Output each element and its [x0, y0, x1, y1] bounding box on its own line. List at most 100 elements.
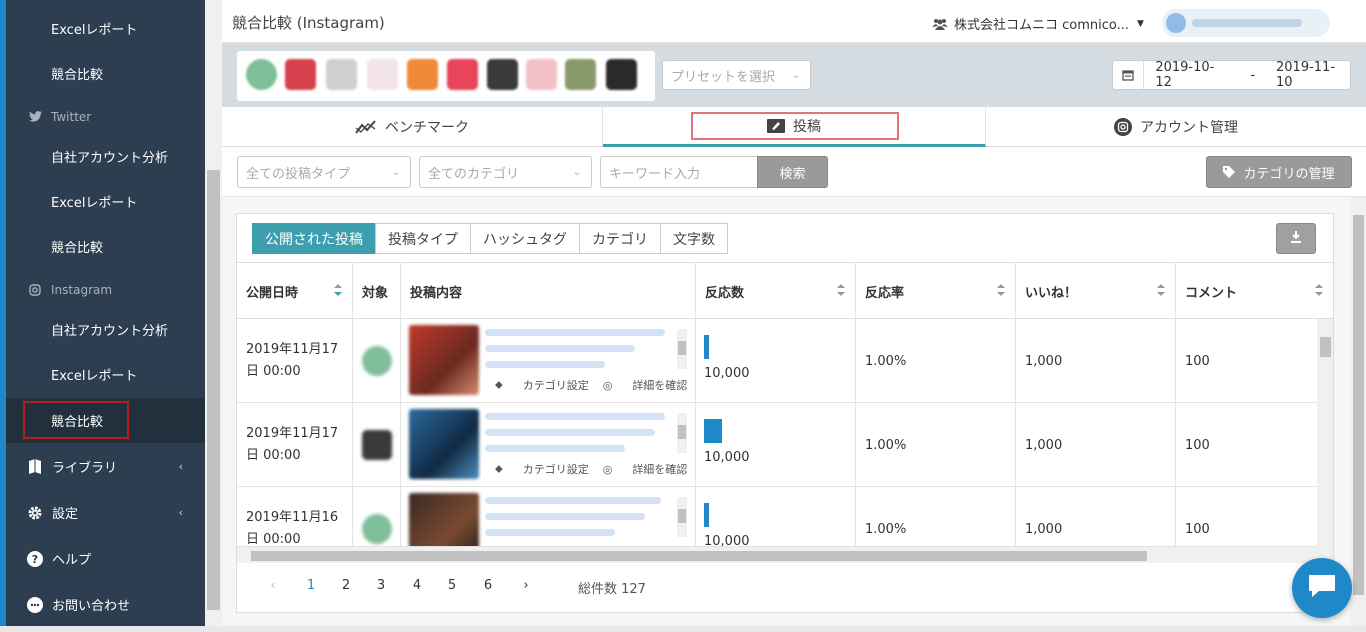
account-avatar[interactable]	[447, 59, 478, 90]
sidebar-item-instagram-competitor[interactable]: 競合比較	[6, 398, 205, 443]
chevron-left-icon: ‹	[178, 506, 183, 519]
tab-account-management[interactable]: アカウント管理	[986, 107, 1366, 147]
account-avatar[interactable]	[526, 59, 557, 90]
sidebar-item-excel-report[interactable]: Excelレポート	[6, 6, 205, 51]
account-avatar[interactable]	[565, 59, 596, 90]
reaction-value: 10,000	[704, 534, 750, 547]
sidebar-item-settings[interactable]: 設定 ‹	[6, 490, 205, 535]
content-scrollbar[interactable]	[677, 413, 687, 453]
view-tab-post-type[interactable]: 投稿タイプ	[375, 223, 471, 254]
page-link[interactable]: 6	[478, 578, 498, 593]
column-header-comments[interactable]: コメント	[1176, 263, 1333, 319]
category-setting-link[interactable]: ⬥ カテゴリ設定	[495, 377, 589, 393]
active-highlight	[23, 401, 129, 439]
sort-icon	[997, 284, 1005, 296]
tab-posts[interactable]: 投稿	[603, 107, 986, 147]
keyword-input[interactable]: キーワード入力	[600, 156, 758, 188]
sidebar-item-twitter-account[interactable]: 自社アカウント分析	[6, 134, 205, 179]
table-vertical-scrollbar[interactable]	[1317, 319, 1333, 547]
company-selector[interactable]: 株式会社コムニコ comnico... ▼	[932, 14, 1144, 33]
detail-link[interactable]: ◎ 詳細を確認	[603, 461, 688, 477]
sidebar-item-instagram-account[interactable]: 自社アカウント分析	[6, 307, 205, 352]
account-avatar[interactable]	[285, 59, 316, 90]
post-thumbnail[interactable]	[409, 325, 479, 395]
category-setting-link[interactable]: ⬥ カテゴリ設定	[495, 461, 589, 477]
column-header-date[interactable]: 公開日時	[237, 263, 353, 319]
cell-date: 2019年11月16 日 00:00	[237, 487, 353, 547]
download-button[interactable]	[1276, 223, 1316, 254]
sidebar-item-help[interactable]: ? ヘルプ	[6, 536, 205, 581]
post-actions: ⬥ カテゴリ設定 ◎ 詳細を確認	[481, 458, 693, 480]
instagram-icon: ◎	[602, 462, 613, 476]
sidebar-item-instagram-excel[interactable]: Excelレポート	[6, 352, 205, 397]
post-thumbnail[interactable]	[409, 409, 479, 479]
column-header-reactions[interactable]: 反応数	[696, 263, 856, 319]
sidebar-item-twitter-excel[interactable]: Excelレポート	[6, 179, 205, 224]
view-tab-published[interactable]: 公開された投稿	[252, 223, 376, 254]
scrollbar-thumb[interactable]	[1320, 337, 1331, 357]
svg-text:?: ?	[32, 553, 38, 566]
cell-comments: 100	[1185, 353, 1210, 369]
content-scrollbar[interactable]	[677, 329, 687, 369]
tab-label: アカウント管理	[1140, 120, 1238, 136]
scrollbar-thumb[interactable]	[251, 551, 1147, 561]
account-avatar[interactable]	[407, 59, 438, 90]
view-tab-hashtag[interactable]: ハッシュタグ	[470, 223, 580, 254]
help-icon: ?	[26, 550, 44, 568]
account-avatar[interactable]	[606, 59, 637, 90]
sidebar-item-label: お問い合わせ	[52, 599, 131, 614]
sidebar-item-label: Excelレポート	[51, 369, 138, 384]
category-select[interactable]: 全てのカテゴリ ⌄	[419, 156, 592, 188]
chat-button[interactable]	[1292, 558, 1352, 618]
column-header-reaction-rate[interactable]: 反応率	[856, 263, 1016, 319]
post-type-select[interactable]: 全ての投稿タイプ ⌄	[237, 156, 411, 188]
user-menu[interactable]	[1162, 9, 1330, 37]
sidebar-section-label: Instagram	[51, 282, 113, 297]
tab-benchmark[interactable]: ベンチマーク	[222, 107, 603, 147]
tab-label: ベンチマーク	[385, 120, 469, 136]
sidebar-item-label: ヘルプ	[52, 553, 92, 568]
sidebar-item-library[interactable]: ライブラリ ‹	[6, 444, 205, 489]
account-avatar[interactable]	[326, 59, 357, 90]
search-button[interactable]: 検索	[757, 156, 828, 188]
sidebar-item-twitter-competitor[interactable]: 競合比較	[6, 224, 205, 269]
column-header-likes[interactable]: いいね！	[1016, 263, 1176, 319]
date-range-picker[interactable]: 2019-10-12 - 2019-11-10	[1112, 60, 1351, 90]
page-link[interactable]: 1	[301, 578, 321, 593]
table-horizontal-scrollbar[interactable]	[237, 547, 1333, 563]
sidebar-scrollbar[interactable]	[205, 0, 222, 632]
page-link[interactable]: 4	[407, 578, 427, 593]
link-label: 詳細を確認	[632, 463, 688, 476]
account-avatar[interactable]	[367, 59, 398, 90]
detail-link[interactable]: ◎ 詳細を確認	[603, 377, 688, 393]
content-scrollbar[interactable]	[677, 497, 687, 537]
category-manage-button[interactable]: カテゴリの管理	[1206, 156, 1352, 188]
sidebar-item-label: ライブラリ	[52, 461, 118, 476]
sidebar-section-label: Twitter	[51, 109, 92, 124]
sidebar-item-label: 自社アカウント分析	[51, 324, 169, 339]
column-header-content: 投稿内容	[401, 263, 696, 319]
reaction-value: 10,000	[704, 366, 750, 381]
sidebar-item-competitor[interactable]: 競合比較	[6, 51, 205, 96]
cell-target	[353, 319, 401, 403]
view-tab-category[interactable]: カテゴリ	[579, 223, 661, 254]
account-avatar[interactable]	[487, 59, 518, 90]
page-link[interactable]: 3	[371, 578, 391, 593]
view-tab-char-count[interactable]: 文字数	[660, 223, 728, 254]
post-thumbnail[interactable]	[409, 493, 479, 546]
page-link[interactable]: 2	[336, 578, 356, 593]
next-page-button[interactable]: ›	[516, 578, 536, 593]
page-scrollbar[interactable]	[1350, 197, 1366, 632]
preset-select[interactable]: プリセットを選択 ⌄	[662, 60, 811, 90]
date-start: 2019-10-12	[1155, 60, 1215, 90]
sidebar-item-contact[interactable]: お問い合わせ	[6, 582, 205, 627]
instagram-icon	[1114, 118, 1132, 136]
scrollbar-thumb[interactable]	[1353, 215, 1364, 595]
line-chart-icon	[355, 119, 377, 135]
account-avatar[interactable]	[246, 59, 277, 90]
page-link[interactable]: 5	[442, 578, 462, 593]
prev-page-button[interactable]: ‹	[263, 578, 283, 593]
download-icon	[1290, 230, 1302, 247]
time-line: 日 00:00	[246, 532, 301, 547]
scrollbar-thumb[interactable]	[207, 170, 220, 610]
